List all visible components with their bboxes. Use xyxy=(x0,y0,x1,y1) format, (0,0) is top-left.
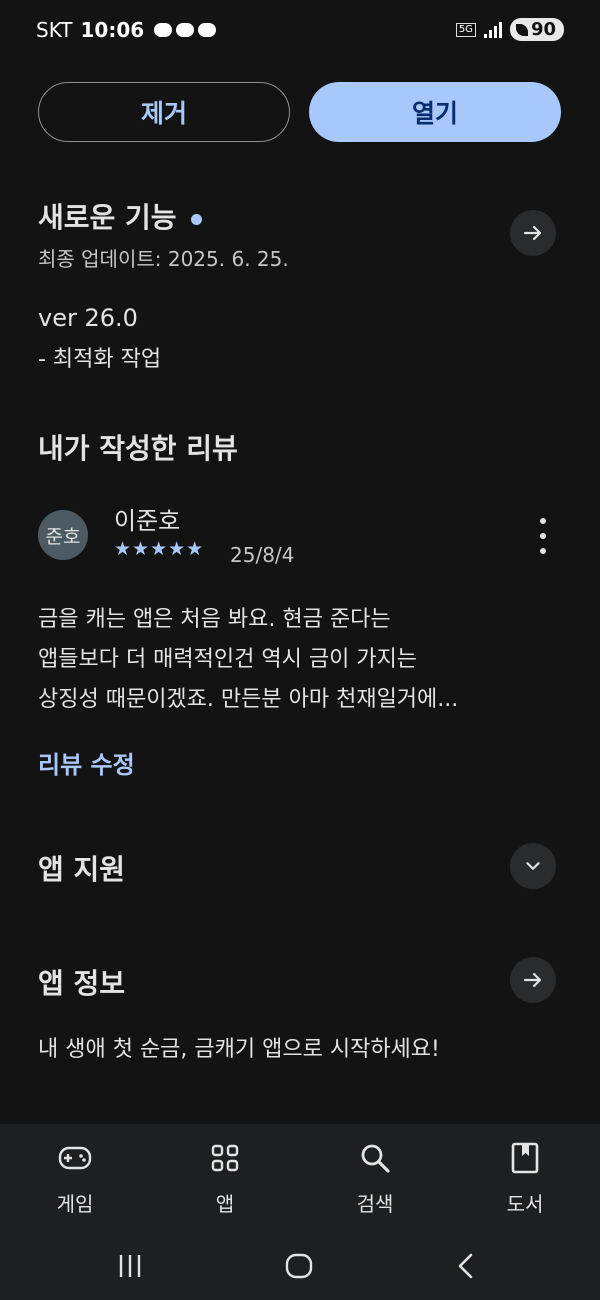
new-indicator-dot xyxy=(190,213,202,225)
cloud-icon xyxy=(154,23,173,37)
nav-item-search[interactable]: 검색 xyxy=(300,1124,450,1234)
app-support-expand-button[interactable] xyxy=(510,843,556,889)
more-options-icon[interactable] xyxy=(530,518,556,554)
notification-icons xyxy=(154,23,217,37)
open-button[interactable]: 열기 xyxy=(309,82,561,142)
apps-grid-icon xyxy=(207,1140,243,1176)
nav-label: 게임 xyxy=(56,1192,94,1216)
battery-level: 90 xyxy=(530,19,556,40)
review-line: 앱들보다 더 매력적인건 역시 금이 가지는 xyxy=(38,647,418,672)
review-line: 상징성 때문이겠죠. 만든분 아마 천재일거에... xyxy=(38,687,459,712)
star-rating: ★★★★★ xyxy=(114,538,205,560)
network-type: 5G xyxy=(455,22,476,37)
edit-review-link[interactable]: 리뷰 수정 xyxy=(38,745,135,780)
home-icon[interactable] xyxy=(284,1252,314,1280)
app-info-title[interactable]: 앱 정보 xyxy=(38,962,125,1002)
book-icon xyxy=(507,1140,543,1176)
nav-item-games[interactable]: 게임 xyxy=(0,1124,150,1234)
status-bar: SKT 10:06 5G 90 xyxy=(0,0,600,64)
nav-label: 검색 xyxy=(356,1192,394,1216)
system-nav-bar xyxy=(0,1234,600,1300)
nav-label: 앱 xyxy=(215,1192,235,1216)
battery-indicator: 90 xyxy=(509,18,564,41)
back-icon[interactable] xyxy=(454,1252,478,1280)
app-description: 내 생애 첫 순금, 금캐기 앱으로 시작하세요! xyxy=(38,1037,440,1062)
review-line: 금을 캐는 앱은 처음 봐요. 현금 준다는 xyxy=(38,607,391,632)
avatar: 준호 xyxy=(38,510,88,560)
last-updated: 최종 업데이트: 2025. 6. 25. xyxy=(38,247,289,271)
nav-item-apps[interactable]: 앱 xyxy=(150,1124,300,1234)
gamepad-icon xyxy=(57,1140,93,1176)
release-note: - 최적화 작업 xyxy=(38,347,162,372)
version-text: ver 26.0 xyxy=(38,304,138,332)
whats-new-arrow-button[interactable] xyxy=(510,210,556,256)
signal-icon xyxy=(483,21,502,38)
arrow-right-icon xyxy=(523,972,542,988)
chevron-down-icon xyxy=(526,862,540,870)
review-date: 25/8/4 xyxy=(230,543,295,567)
status-right: 5G 90 xyxy=(455,18,564,41)
chat-bubble-icon xyxy=(176,23,195,37)
recent-apps-icon[interactable] xyxy=(116,1252,144,1280)
message-icon xyxy=(198,23,217,37)
search-icon xyxy=(357,1140,393,1176)
app-support-title[interactable]: 앱 지원 xyxy=(38,848,125,888)
nav-item-books[interactable]: 도서 xyxy=(450,1124,600,1234)
status-left: SKT 10:06 xyxy=(36,18,217,42)
nav-label: 도서 xyxy=(506,1192,544,1216)
whats-new-title-text: 새로운 기능 xyxy=(38,201,177,234)
arrow-right-icon xyxy=(523,225,542,241)
my-review-title: 내가 작성한 리뷰 xyxy=(38,432,238,465)
app-info-arrow-button[interactable] xyxy=(510,957,556,1003)
clock: 10:06 xyxy=(80,18,145,42)
review-text: 금을 캐는 앱은 처음 봐요. 현금 준다는 앱들보다 더 매력적인건 역시 금… xyxy=(38,600,458,720)
whats-new-title[interactable]: 새로운 기능 xyxy=(38,196,202,236)
remove-button[interactable]: 제거 xyxy=(38,82,290,142)
bottom-nav: 게임 앱 검색 도서 xyxy=(0,1124,600,1234)
carrier-label: SKT xyxy=(36,18,73,42)
battery-saver-icon xyxy=(515,23,528,36)
reviewer-name: 이준호 xyxy=(114,507,181,535)
